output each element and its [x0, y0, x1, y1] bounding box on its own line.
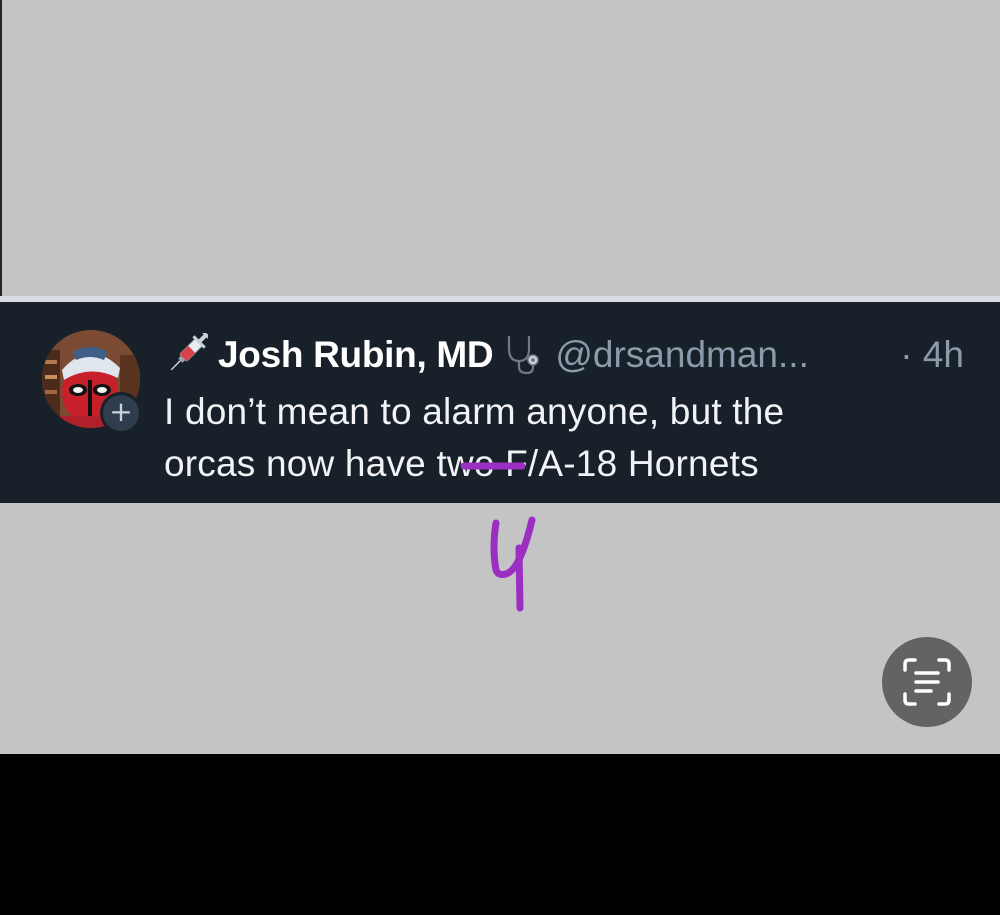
display-name[interactable]: Josh Rubin, MD [218, 334, 494, 376]
syringe-icon [170, 333, 208, 371]
background-top [0, 0, 1000, 296]
post-text-line-2: orcas now have two F/A-18 Hornets [164, 438, 954, 490]
post-header: Josh Rubin, MD @drsandman... [164, 330, 809, 380]
text-scan-button[interactable] [882, 637, 972, 727]
post-body: I don’t mean to alarm anyone, but the or… [164, 386, 954, 490]
post-text-line-1: I don’t mean to alarm anyone, but the [164, 391, 785, 432]
post-time[interactable]: · 4h [900, 330, 964, 380]
plus-icon[interactable]: + [100, 392, 142, 434]
post-card[interactable]: + Josh Rubin, MD @drsandman... · 4h I do… [0, 302, 1000, 503]
text-scan-icon [903, 658, 951, 706]
stethoscope-icon [508, 335, 540, 375]
post-text-suffix: F/A-18 Hornets [494, 443, 759, 484]
post-text-prefix: orcas now have [164, 443, 437, 484]
background-bottom [0, 503, 1000, 754]
bottom-bar [0, 754, 1000, 915]
struck-word: two [436, 443, 495, 484]
user-handle[interactable]: @drsandman... [555, 334, 809, 376]
